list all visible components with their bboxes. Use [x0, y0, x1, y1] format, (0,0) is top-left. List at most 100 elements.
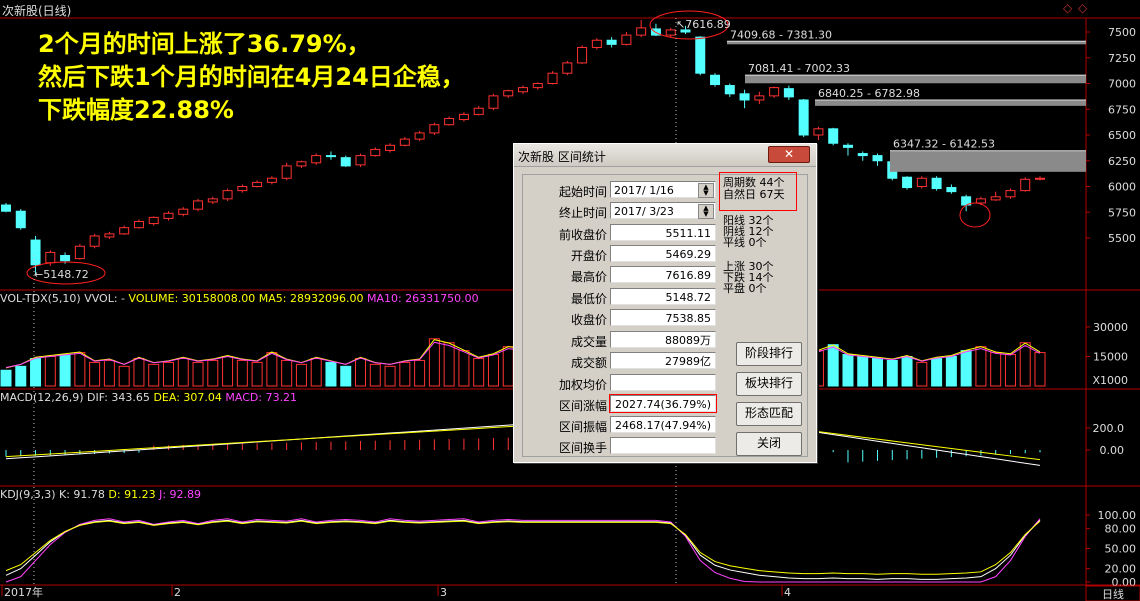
price-tick-label: 7500	[1108, 26, 1136, 39]
price-tick-label: 5500	[1108, 232, 1136, 245]
spinner-icon[interactable]: ▲ ▼	[698, 204, 714, 219]
candle-body	[1020, 178, 1031, 192]
candle-body	[370, 148, 381, 157]
candle-body	[532, 83, 543, 89]
open-label: 开盘价	[570, 249, 607, 263]
candle-body	[15, 210, 26, 229]
price-range-zone	[745, 75, 1086, 84]
candle-body	[340, 157, 351, 167]
candle-body	[724, 85, 735, 95]
volume-bar	[222, 356, 234, 387]
candle-body	[30, 239, 41, 266]
candle-body	[518, 87, 528, 93]
candle-body	[74, 245, 85, 260]
diamond-nav-icon[interactable]: ◇	[1063, 1, 1072, 15]
dialog-title-bar[interactable]: 次新股 区间统计 ✕	[514, 144, 816, 167]
candle-body	[60, 255, 71, 262]
candle-body	[133, 221, 144, 229]
vol-indicator-name[interactable]: VOL-TDX(5,10)	[0, 292, 81, 305]
range-label: 7409.68 - 7381.30	[730, 28, 832, 41]
candle-body	[562, 62, 573, 74]
kdj-tick-label: 100.00	[1098, 509, 1137, 522]
macd-value: MACD: 73.21	[225, 391, 298, 404]
close-price-field: 7538.85	[610, 309, 716, 326]
high-price-label: ↖7616.89	[676, 18, 731, 31]
vwap-field	[610, 374, 716, 391]
candle-body	[281, 165, 292, 179]
amplitude-field: 2468.17(47.94%)	[610, 416, 716, 433]
date-axis-label: 2	[174, 586, 181, 599]
stat-flat: 平线 0个	[723, 236, 767, 249]
start-date-input[interactable]: 2017/ 1/16 ▲ ▼	[610, 181, 716, 198]
kdj-indicator-name[interactable]: KDJ(9,3,3)	[0, 488, 56, 501]
price-tick-label: 6250	[1108, 155, 1136, 168]
price-tick-label: 6750	[1108, 103, 1136, 116]
volume-bar	[325, 361, 337, 387]
candle-body	[621, 34, 632, 45]
amount-label: 成交额	[570, 356, 607, 370]
low-price-label: ←5148.72	[34, 268, 89, 281]
candle-body	[695, 36, 706, 74]
stage-rank-button[interactable]: 阶段排行	[736, 342, 802, 366]
volume-bar	[960, 350, 972, 387]
volume-bar	[133, 357, 145, 387]
vwap-label: 加权均价	[558, 378, 607, 392]
macd-indicator-header: MACD(12,26,9) DIF: 343.65 DEA: 307.04 MA…	[0, 391, 297, 404]
diamond-nav-icon-2[interactable]: ◇	[1078, 1, 1087, 15]
candle-body	[207, 198, 218, 203]
sector-rank-button[interactable]: 板块排行	[736, 372, 802, 396]
macd-indicator-name[interactable]: MACD(12,26,9)	[0, 391, 84, 404]
candle-body	[296, 161, 307, 167]
dialog-title: 次新股 区间统计	[518, 150, 606, 164]
period-label: 日线	[1102, 587, 1124, 601]
candle-body	[119, 227, 130, 235]
low-field: 5148.72	[610, 288, 716, 305]
annotation-line-2: 然后下跌1个月的时间在4月24日企稳，	[38, 63, 465, 91]
close-button[interactable]: 关闭	[736, 432, 802, 456]
kdj-tick-label: 80.00	[1105, 522, 1137, 535]
close-icon[interactable]: ✕	[768, 146, 810, 163]
volume-indicator-header: VOL-TDX(5,10) VVOL: - VOLUME: 30158008.0…	[0, 292, 479, 305]
volume-bar	[945, 356, 957, 387]
volume-bar	[118, 365, 130, 387]
kdj-indicator-header: KDJ(9,3,3) K: 91.78 D: 91.23 J: 92.89	[0, 488, 201, 501]
volume-bar	[487, 354, 499, 387]
candle-body	[872, 155, 883, 162]
volume-bar	[473, 357, 485, 387]
candle-body	[355, 155, 366, 166]
volume-bar	[340, 365, 352, 387]
macd-tick-label: 0.00	[1100, 444, 1125, 457]
k-value: K: 91.78	[59, 488, 105, 501]
range-label: 6840.25 - 6782.98	[818, 87, 920, 100]
candle-body	[45, 251, 56, 264]
candle-body	[325, 155, 336, 158]
k-line	[5, 519, 1041, 580]
candle-body	[252, 181, 263, 188]
candle-body	[577, 46, 588, 64]
ma10-value: MA10: 26331750.00	[366, 292, 479, 305]
end-time-label: 终止时间	[558, 206, 607, 220]
vol-tick-label: 30000	[1093, 321, 1128, 334]
bottom-highlight-ellipse	[959, 202, 991, 228]
volume-bar	[886, 359, 898, 387]
price-range-zone	[815, 99, 1086, 106]
price-tick-label: 7000	[1108, 78, 1136, 91]
spinner-icon[interactable]: ▲ ▼	[698, 183, 714, 198]
candle-body	[414, 132, 425, 140]
pattern-match-button[interactable]: 形态匹配	[736, 402, 802, 426]
open-field: 5469.29	[610, 245, 716, 262]
price-tick-label: 6500	[1108, 129, 1136, 142]
volume-bar	[59, 354, 71, 387]
volume-bar	[162, 361, 174, 387]
price-range-zone	[890, 150, 1086, 172]
volume-label: 成交量	[570, 335, 607, 349]
candle-body	[193, 200, 204, 210]
field-row: 成交量 88089万	[523, 330, 723, 350]
ma5-value: MA5: 28932096.00	[258, 292, 364, 305]
window-title: 次新股(日线)	[2, 4, 72, 18]
price-tick-label: 7250	[1108, 52, 1136, 65]
volume-bar	[399, 361, 411, 387]
end-date-input[interactable]: 2017/ 3/23 ▲ ▼	[610, 202, 716, 219]
volume-bar	[207, 359, 219, 387]
vvol-value: VVOL: -	[84, 292, 126, 305]
